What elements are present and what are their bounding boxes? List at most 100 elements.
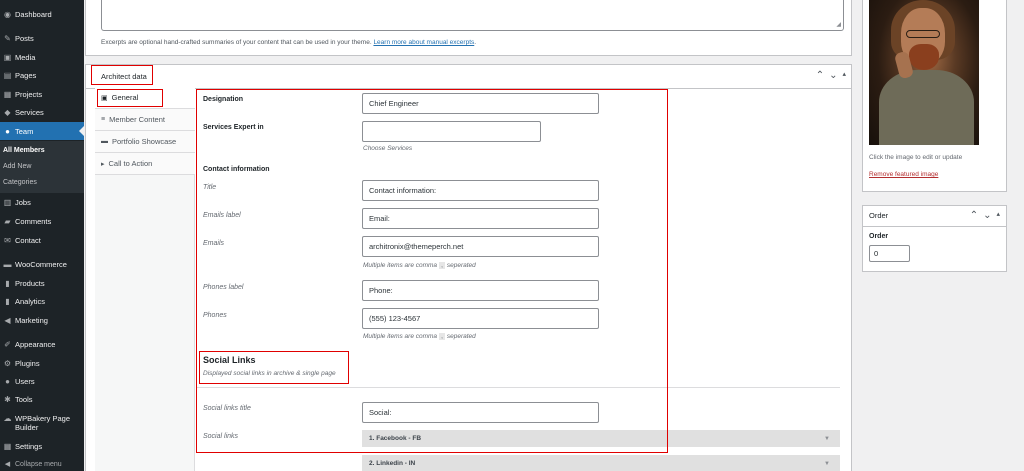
menu-item-analytics[interactable]: ▮ Analytics xyxy=(0,297,84,306)
toggle-panel-icon[interactable]: ▴ xyxy=(842,70,846,81)
menu-item-woocommerce[interactable]: ▬ WooCommerce xyxy=(0,260,84,269)
social-link-item[interactable]: 2. Linkedin - IN ▼ xyxy=(362,455,840,471)
designation-input[interactable]: Chief Engineer xyxy=(362,93,599,114)
plugins-icon: ⚙ xyxy=(3,359,12,368)
admin-sidebar: ◉ Dashboard ✎ Posts ▣ Media ▤ Pages ▦ Project… xyxy=(0,0,84,471)
submenu-all-members[interactable]: All Members xyxy=(3,147,45,154)
menu-item-team[interactable]: ● Team xyxy=(0,122,84,140)
menu-item-dashboard[interactable]: ◉ Dashboard xyxy=(0,10,84,19)
menu-item-media[interactable]: ▣ Media xyxy=(0,53,84,62)
resize-handle-icon[interactable]: ◢ xyxy=(836,21,841,28)
phones-label: Phones xyxy=(203,312,227,319)
tools-icon: ✱ xyxy=(4,395,11,404)
menu-item-jobs[interactable]: ▥ Jobs xyxy=(0,198,84,207)
phones-input[interactable]: (555) 123-4567 xyxy=(362,308,599,329)
featured-image-help: Click the image to edit or update xyxy=(869,154,963,161)
emails-input[interactable]: architronix@themeperch.net xyxy=(362,236,599,257)
tab-member-content[interactable]: ≡ Member Content xyxy=(95,109,195,131)
users-icon: ● xyxy=(5,377,10,386)
social-link-item[interactable]: 1. Facebook - FB ▼ xyxy=(362,430,840,447)
products-icon: ▮ xyxy=(5,279,10,288)
menu-item-appearance[interactable]: ✐ Appearance xyxy=(0,340,84,349)
menu-label: Contact xyxy=(15,236,41,245)
member-content-icon: ≡ xyxy=(101,116,106,123)
menu-label: Products xyxy=(15,279,45,288)
menu-item-plugins[interactable]: ⚙ Plugins xyxy=(0,359,84,368)
dashboard-icon: ◉ xyxy=(4,10,11,19)
emails-label-input[interactable]: Email: xyxy=(362,208,599,229)
menu-item-comments[interactable]: ▰ Comments xyxy=(0,217,84,226)
move-up-icon[interactable]: ⌃ xyxy=(970,210,978,221)
menu-item-marketing[interactable]: ◀ Marketing xyxy=(0,316,84,325)
excerpt-help: Excerpts are optional hand-crafted summa… xyxy=(101,39,477,46)
tab-label: Call to Action xyxy=(108,159,153,168)
order-title: Order xyxy=(869,211,889,220)
submenu-categories[interactable]: Categories xyxy=(3,179,37,186)
contact-title-input[interactable]: Contact information: xyxy=(362,180,599,201)
menu-item-services[interactable]: ◆ Services xyxy=(0,108,84,117)
menu-item-pages[interactable]: ▤ Pages xyxy=(0,71,84,80)
comma-key: , xyxy=(439,333,445,340)
menu-item-wpbakery[interactable]: ☁ WPBakery Page Builder xyxy=(0,414,80,432)
social-title-input[interactable]: Social: xyxy=(362,402,599,423)
menu-label: WooCommerce xyxy=(15,260,67,269)
collapse-menu-button[interactable]: ◀ Collapse menu xyxy=(0,460,62,469)
pin-icon: ✎ xyxy=(4,34,11,43)
move-up-icon[interactable]: ⌃ xyxy=(816,70,824,81)
expand-arrow-icon[interactable]: ▼ xyxy=(824,436,830,442)
tab-general[interactable]: ▣ General xyxy=(95,87,195,109)
menu-label: Posts xyxy=(15,34,34,43)
tab-call-to-action[interactable]: ▸ Call to Action xyxy=(95,153,195,175)
featured-image[interactable] xyxy=(869,0,979,145)
order-input[interactable]: 0 xyxy=(869,245,910,262)
services-label: Services Expert in xyxy=(203,124,264,131)
tab-label: Portfolio Showcase xyxy=(112,137,177,146)
menu-item-products[interactable]: ▮ Products xyxy=(0,279,84,288)
menu-item-users[interactable]: ● Users xyxy=(0,377,84,386)
menu-label: Jobs xyxy=(15,198,31,207)
move-down-icon[interactable]: ⌄ xyxy=(983,210,991,221)
tabs-column: ▣ General ≡ Member Content ▬ Portfolio Show… xyxy=(95,87,195,471)
submenu-add-new[interactable]: Add New xyxy=(3,163,31,170)
menu-label: Analytics xyxy=(15,297,46,306)
settings-icon: ▦ xyxy=(3,442,12,451)
move-down-icon[interactable]: ⌄ xyxy=(829,70,837,81)
tab-portfolio-showcase[interactable]: ▬ Portfolio Showcase xyxy=(95,131,195,153)
menu-item-projects[interactable]: ▦ Projects xyxy=(0,90,84,99)
portfolio-icon: ▬ xyxy=(101,138,108,145)
menu-label: Users xyxy=(15,377,35,386)
excerpt-help-text: Excerpts are optional hand-crafted summa… xyxy=(101,39,372,46)
toggle-panel-icon[interactable]: ▴ xyxy=(996,210,1000,221)
phones-label-input[interactable]: Phone: xyxy=(362,280,599,301)
menu-label: Marketing xyxy=(15,316,48,325)
collapse-label: Collapse menu xyxy=(15,460,62,468)
excerpt-learn-more-link[interactable]: Learn more about manual excerpts xyxy=(373,39,474,46)
call-to-action-icon: ▸ xyxy=(101,160,105,168)
services-hint: Choose Services xyxy=(363,145,413,152)
services-select[interactable] xyxy=(362,121,541,142)
menu-label: Tools xyxy=(15,395,33,404)
excerpt-textarea[interactable]: ◢ xyxy=(101,0,844,31)
services-icon: ◆ xyxy=(4,108,11,117)
designation-label: Designation xyxy=(203,96,244,103)
menu-item-tools[interactable]: ✱ Tools xyxy=(0,395,84,404)
menu-item-posts[interactable]: ✎ Posts xyxy=(0,34,84,43)
jobs-icon: ▥ xyxy=(3,198,12,207)
menu-label: Services xyxy=(15,108,44,117)
menu-item-settings[interactable]: ▦ Settings xyxy=(0,442,84,451)
pages-icon: ▤ xyxy=(3,71,12,80)
projects-icon: ▦ xyxy=(3,90,12,99)
social-link-title: 1. Facebook - FB xyxy=(369,435,422,442)
social-link-title: 2. Linkedin - IN xyxy=(369,460,416,467)
menu-item-contact[interactable]: ✉ Contact xyxy=(0,236,84,245)
menu-label: Settings xyxy=(15,442,43,451)
expand-arrow-icon[interactable]: ▼ xyxy=(824,461,830,467)
analytics-icon: ▮ xyxy=(5,297,10,306)
hint-text: Multiple items are comma xyxy=(363,262,438,269)
comments-icon: ▰ xyxy=(4,217,11,226)
remove-featured-image-link[interactable]: Remove featured image xyxy=(869,171,938,178)
social-title-label: Social links title xyxy=(203,405,251,412)
metabox-title: Architect data xyxy=(101,72,147,81)
social-links-label: Social links xyxy=(203,433,239,440)
hint-text: seperated xyxy=(446,262,476,269)
